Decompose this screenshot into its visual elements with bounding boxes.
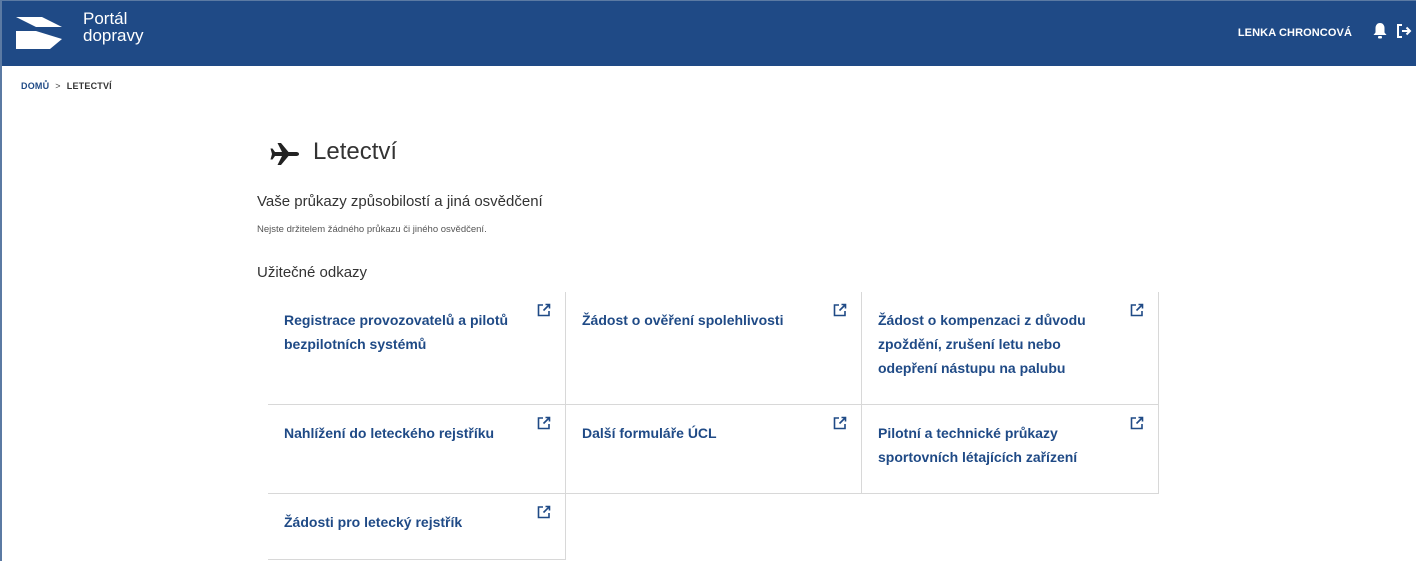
- link-label[interactable]: Žádost o ověření spolehlivosti: [582, 308, 815, 332]
- useful-links-heading: Užitečné odkazy: [257, 264, 368, 281]
- link-card-aviation-register[interactable]: Nahlížení do leteckého rejstříku: [268, 405, 566, 494]
- link-card-flight-compensation[interactable]: Žádost o kompenzaci z důvodu zpoždění, z…: [862, 292, 1159, 405]
- link-label[interactable]: Žádost o kompenzaci z důvodu zpoždění, z…: [878, 308, 1112, 380]
- logo-line-2: dopravy: [83, 26, 144, 45]
- link-label[interactable]: Pilotní a technické průkazy sportovních …: [878, 421, 1112, 469]
- external-link-icon: [833, 416, 847, 430]
- top-bar: Portál dopravy LENKA CHRONCOVÁ: [2, 1, 1416, 66]
- breadcrumb-separator: >: [55, 81, 61, 91]
- portal-logo-icon[interactable]: [14, 15, 64, 51]
- link-card-register-requests[interactable]: Žádosti pro letecký rejstřík: [268, 494, 566, 560]
- breadcrumb-current: LETECTVÍ: [66, 81, 112, 91]
- link-card-drone-registration[interactable]: Registrace provozovatelů a pilotů bezpil…: [268, 292, 566, 405]
- licenses-heading: Vaše průkazy způsobilostí a jiná osvědče…: [257, 193, 543, 210]
- page-title: Letectví: [313, 138, 398, 165]
- external-link-icon: [1130, 416, 1144, 430]
- breadcrumb: DOMŮ > LETECTVÍ: [21, 81, 112, 91]
- external-link-icon: [537, 505, 551, 519]
- airplane-icon: [270, 143, 299, 165]
- breadcrumb-home[interactable]: DOMŮ: [21, 81, 49, 91]
- link-card-pilot-licenses[interactable]: Pilotní a technické průkazy sportovních …: [862, 405, 1159, 494]
- link-card-ucl-forms[interactable]: Další formuláře ÚCL: [566, 405, 862, 494]
- portal-logo-text[interactable]: Portál dopravy: [83, 10, 143, 44]
- logo-line-1: Portál: [83, 9, 128, 28]
- link-label[interactable]: Žádosti pro letecký rejstřík: [284, 510, 519, 534]
- external-link-icon: [1130, 303, 1144, 317]
- external-link-icon: [537, 416, 551, 430]
- external-link-icon: [537, 303, 551, 317]
- user-name[interactable]: LENKA CHRONCOVÁ: [1238, 27, 1352, 39]
- link-card-reliability-check[interactable]: Žádost o ověření spolehlivosti: [566, 292, 862, 405]
- external-link-icon: [833, 303, 847, 317]
- link-label[interactable]: Registrace provozovatelů a pilotů bezpil…: [284, 308, 519, 356]
- link-label[interactable]: Nahlížení do leteckého rejstříku: [284, 421, 519, 445]
- logout-icon[interactable]: [1396, 22, 1412, 40]
- link-label[interactable]: Další formuláře ÚCL: [582, 421, 815, 445]
- no-licenses-note: Nejste držitelem žádného průkazu či jiné…: [257, 224, 487, 235]
- bell-icon[interactable]: [1372, 22, 1388, 40]
